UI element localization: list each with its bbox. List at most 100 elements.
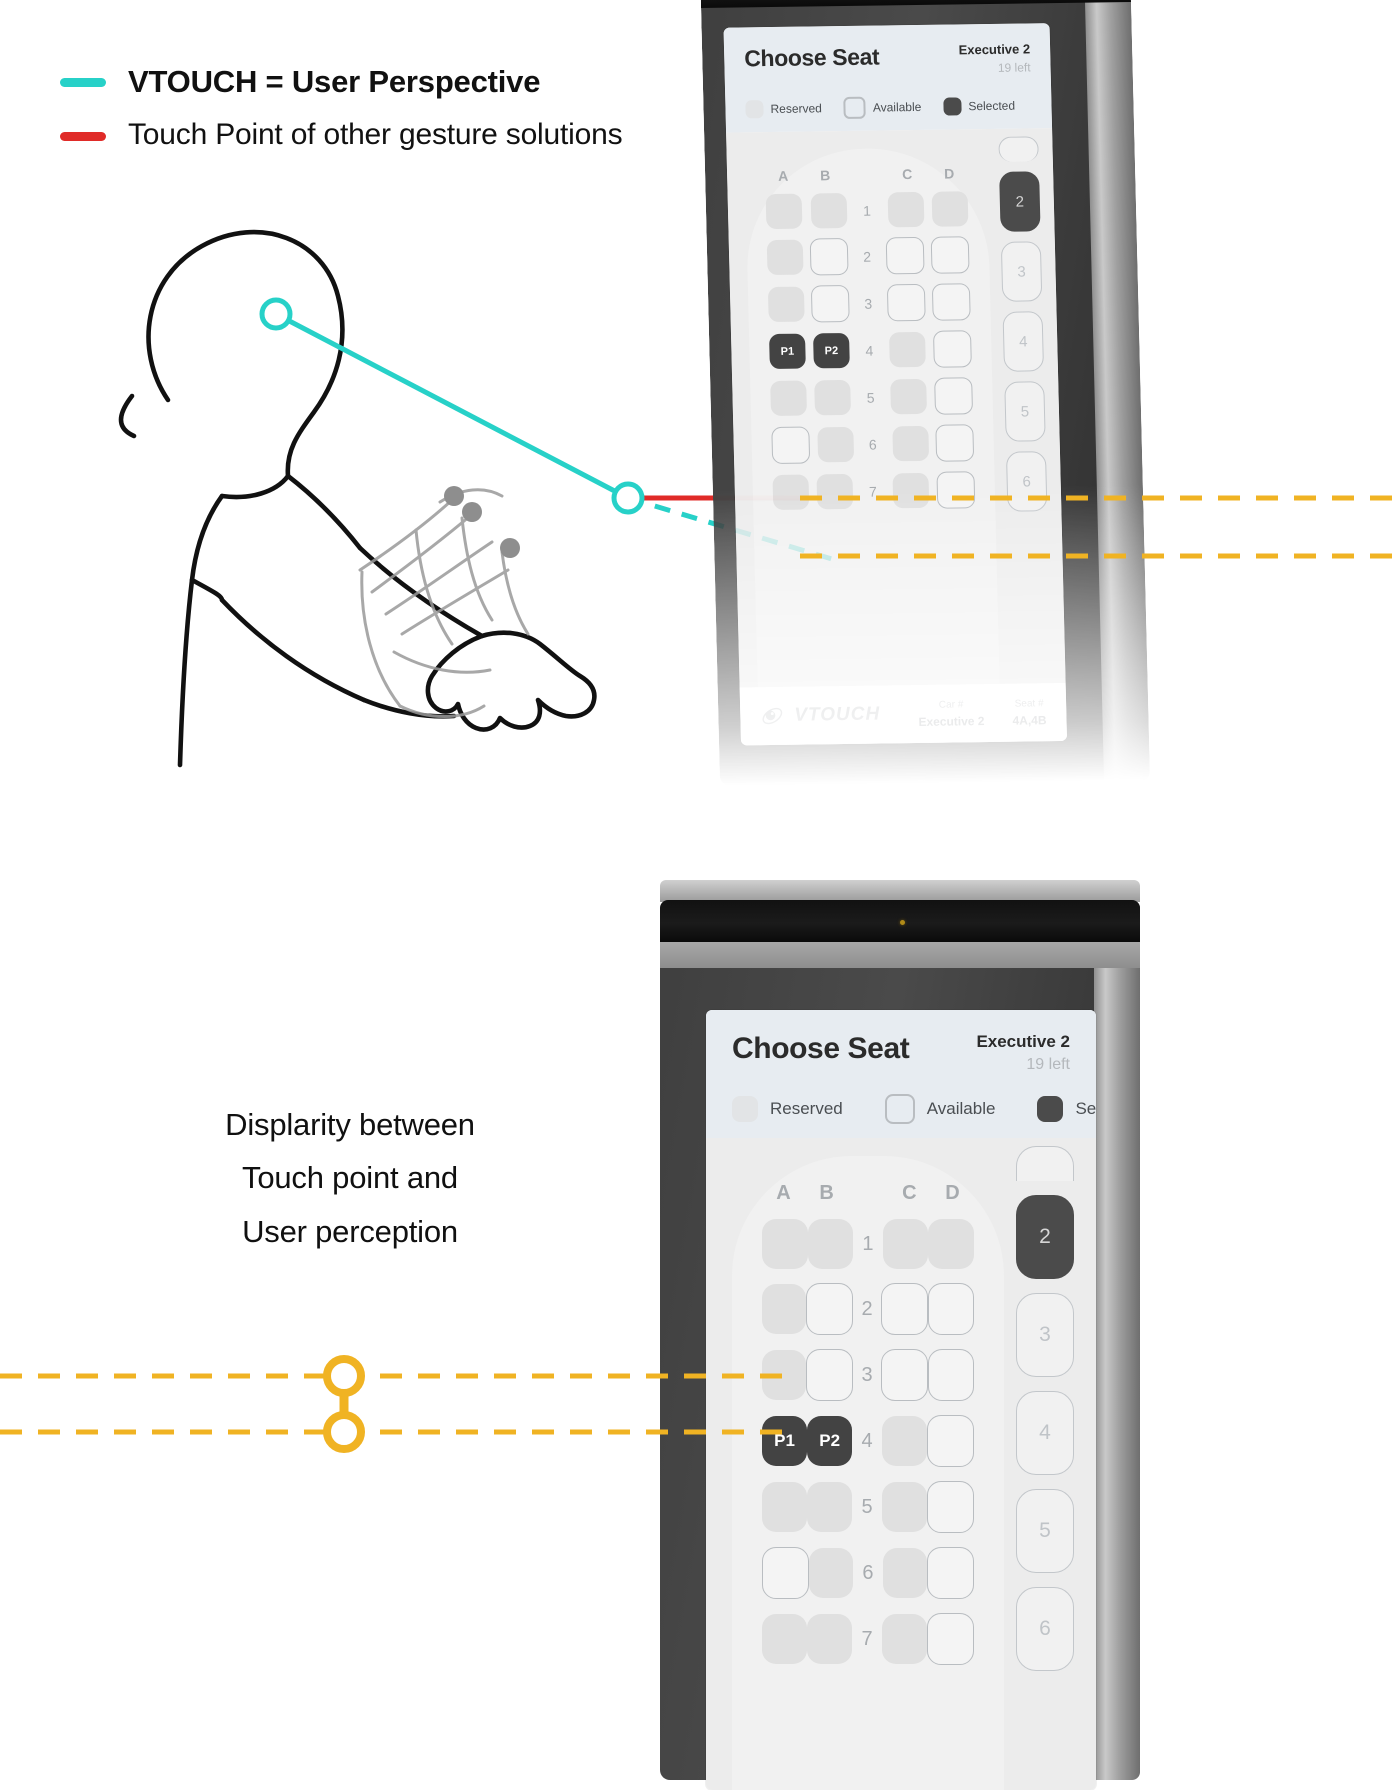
seat-C1[interactable] [882,1219,929,1269]
cabin-strip-cell-4[interactable]: 4 [1002,311,1045,372]
seat-row-number: 3 [861,1363,873,1386]
seat-B2[interactable] [806,1283,853,1335]
seat-C3[interactable] [886,283,926,322]
cabin-strip-cell-6[interactable]: 6 [1005,451,1048,512]
caption-line-3: User perception [242,1213,458,1249]
column-header: C [902,1182,917,1204]
cabin-strip-cell-3[interactable]: 3 [1000,241,1043,302]
seat-B5[interactable] [814,379,852,416]
seat-D2[interactable] [930,236,970,274]
seat-row-number: 6 [868,436,877,453]
seat-C5[interactable] [881,1482,927,1532]
seat-C7[interactable] [881,1614,927,1664]
cabin-strip-cell[interactable] [1016,1146,1074,1181]
seat-A1[interactable] [762,1219,808,1269]
seat-A7[interactable] [772,474,810,510]
seat-D6[interactable] [927,1547,974,1599]
seat-D7[interactable] [936,471,976,509]
footer-key: Car # [938,698,964,711]
seat-B7[interactable] [816,473,854,510]
legend-chip-label: Available [872,99,922,115]
seat-D3[interactable] [931,283,971,321]
seat-C1[interactable] [887,191,924,228]
seat-B2[interactable] [809,237,849,276]
seat-A1[interactable] [765,193,803,230]
seat-B6[interactable] [808,1548,854,1598]
seat-A4[interactable]: P1 [762,1416,808,1466]
seat-B1[interactable] [807,1219,854,1269]
camera-dot-icon [900,920,905,925]
seat-B3[interactable] [810,284,850,323]
seat-A6[interactable] [771,426,811,465]
legend-label-touchpoint: Touch Point of other gesture solutions [128,117,623,151]
legend-chip-available: Available [843,96,922,119]
seat-A6[interactable] [762,1547,809,1599]
seat-A2[interactable] [766,239,804,276]
cabin-strip-cell-4[interactable]: 4 [1016,1391,1074,1475]
seat-D5[interactable] [926,1481,974,1533]
seat-A5[interactable] [770,380,808,417]
cabin-strip-cell-2[interactable]: 2 [999,171,1041,232]
seat-row-number: 5 [861,1495,873,1518]
seat-row-number: 6 [862,1561,874,1584]
seat-legend: Reserved Available Selected [745,94,1032,120]
column-headers: A B C D [745,147,988,184]
seat-D7[interactable] [926,1613,974,1665]
cabin-strip-cell-5[interactable]: 5 [1004,381,1046,442]
legend-chip-label: Selected [968,98,1016,114]
seat-C2[interactable] [885,236,925,275]
seat-A2[interactable] [762,1284,807,1334]
seat-A5[interactable] [762,1482,808,1532]
cabin-strip-cell-5[interactable]: 5 [1016,1489,1074,1573]
seat-map: A B C D 1 2 3 P1 P2 4 5 6 7 2 3 4 5 6 [706,1138,1096,1790]
cabin-info: Executive 2 19 left [976,1032,1070,1074]
cabin-strip-cell-6[interactable]: 6 [1016,1587,1074,1671]
seat-A3[interactable] [762,1350,807,1400]
seat-B5[interactable] [807,1482,853,1532]
seat-rows: 1 2 3 P1 P2 4 5 6 7 [746,191,996,511]
seat-A4[interactable]: P1 [769,333,806,370]
seat-D4[interactable] [932,330,972,368]
seat-row: 5 [750,377,993,417]
column-header: D [943,165,955,182]
cabin-outline: A B C D 1 2 3 P1 P2 4 5 6 7 [732,1156,1004,1790]
seat-rows: 1 2 3 P1 P2 4 5 6 7 [732,1219,1004,1665]
legend-chip-label: Reserved [770,1099,843,1118]
seat-B4[interactable]: P2 [807,1416,853,1466]
seat-D4[interactable] [926,1415,974,1467]
cabin-strip-cell-2[interactable]: 2 [1016,1195,1074,1279]
seat-D1[interactable] [931,191,969,227]
seat-B4[interactable]: P2 [813,332,850,369]
seat-D5[interactable] [934,377,974,415]
seat-row: 3 [748,283,991,323]
cabin-strip-cell-3[interactable]: 3 [1016,1293,1074,1377]
seat-C4[interactable] [889,331,926,368]
seat-C5[interactable] [890,378,928,415]
cabin-outline: A B C D 1 2 3 P1 P2 4 5 6 7 [744,147,1004,746]
page-title: Choose Seat [732,1032,910,1065]
seat-B6[interactable] [816,426,854,463]
seat-B3[interactable] [806,1349,853,1401]
seat-C4[interactable] [881,1416,927,1466]
cabin-strip-cell[interactable] [998,136,1039,162]
seat-D3[interactable] [927,1349,974,1401]
seat-B1[interactable] [810,192,847,229]
seat-C2[interactable] [881,1283,928,1335]
seat-B7[interactable] [807,1614,853,1664]
legend-chip-reserved: Reserved [745,99,822,119]
seat-D2[interactable] [927,1283,974,1335]
seat-A7[interactable] [762,1614,808,1664]
seat-A3[interactable] [767,286,805,323]
seat-C3[interactable] [881,1349,928,1401]
legend-item-vtouch: VTOUCH = User Perspective [60,62,700,102]
footer-key: Seat # [1014,697,1044,710]
seat-D1[interactable] [928,1219,974,1269]
seat-C7[interactable] [892,472,930,509]
seat-C6[interactable] [882,1548,928,1598]
seat-row: 7 [752,471,995,511]
seat-row-number: 2 [863,248,872,265]
seat-C6[interactable] [891,425,929,462]
legend-swatch-red-icon [60,131,106,141]
seat-D6[interactable] [935,424,975,462]
kiosk-under-trim [660,942,1140,968]
